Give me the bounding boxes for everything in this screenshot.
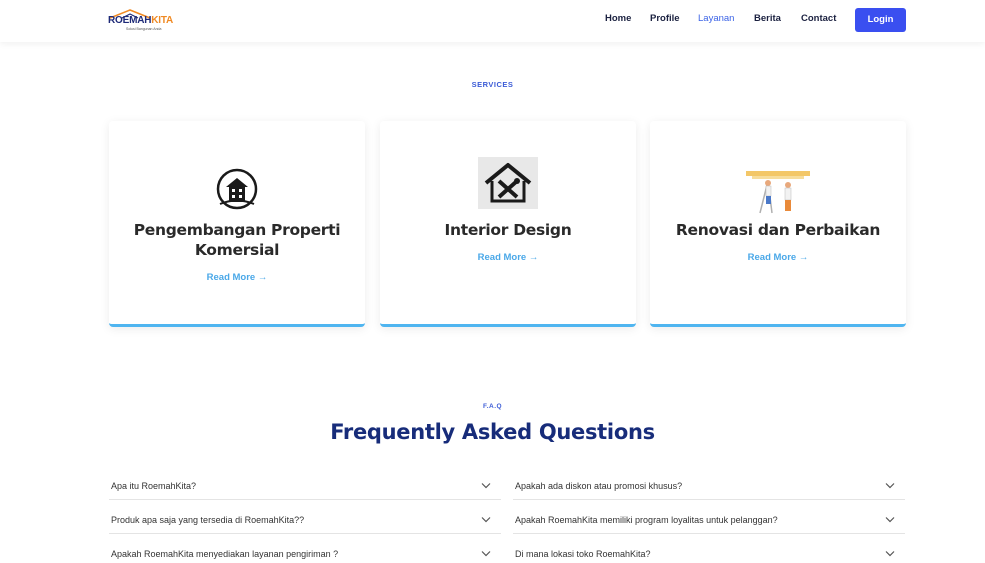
chevron-down-icon (481, 551, 491, 557)
faq-item[interactable]: Apakah ada diskon atau promosi khusus? (513, 472, 905, 500)
faq-title: Frequently Asked Questions (330, 420, 655, 444)
faq-question: Produk apa saja yang tersedia di RoemahK… (111, 515, 305, 525)
chevron-down-icon (885, 551, 895, 557)
service-card-properti[interactable]: Pengembangan Properti Komersial Read Mor… (109, 121, 365, 327)
login-button[interactable]: Login (855, 8, 906, 32)
logo-wordmark: ROEMAHKITA (108, 15, 174, 26)
service-card-renovasi[interactable]: Renovasi dan Perbaikan Read More → (650, 121, 906, 327)
service-card-interior[interactable]: Interior Design Read More → (380, 121, 636, 327)
chevron-down-icon (885, 483, 895, 489)
faq-item[interactable]: Apakah RoemahKita memiliki program loyal… (513, 506, 905, 534)
chevron-down-icon (481, 517, 491, 523)
renovation-workers-icon (746, 171, 810, 214)
faq-question: Apakah RoemahKita menyediakan layanan pe… (111, 549, 339, 559)
faq-question: Apa itu RoemahKita? (111, 481, 197, 491)
read-more-link[interactable]: Read More → (109, 272, 365, 283)
roemahkita-logo[interactable]: ROEMAHKITA Solusi Bangunan Anda (106, 9, 176, 33)
building-icon (216, 168, 258, 210)
faq-item[interactable]: Apakah RoemahKita menyediakan layanan pe… (109, 540, 501, 563)
card-title: Pengembangan Properti Komersial (133, 221, 341, 259)
faq-question: Apakah RoemahKita memiliki program loyal… (515, 515, 778, 525)
nav-profile[interactable]: Profile (650, 13, 680, 24)
faq-question: Apakah ada diskon atau promosi khusus? (515, 481, 683, 491)
site-header: ROEMAHKITA Solusi Bangunan Anda Home Pro… (0, 0, 985, 42)
card-title: Renovasi dan Perbaikan (675, 221, 881, 239)
faq-label: F.A.Q (482, 403, 503, 410)
chevron-down-icon (885, 517, 895, 523)
nav-home[interactable]: Home (605, 13, 631, 24)
faq-item[interactable]: Di mana lokasi toko RoemahKita? (513, 540, 905, 563)
services-label: SERVICES (471, 80, 514, 89)
nav-contact[interactable]: Contact (801, 13, 836, 24)
read-more-link[interactable]: Read More → (650, 252, 906, 263)
faq-item[interactable]: Apa itu RoemahKita? (109, 472, 501, 500)
faq-question: Di mana lokasi toko RoemahKita? (515, 549, 651, 559)
nav-berita[interactable]: Berita (754, 13, 781, 24)
chevron-down-icon (481, 483, 491, 489)
read-more-link[interactable]: Read More → (380, 252, 636, 263)
house-tools-icon (478, 157, 538, 209)
nav-layanan[interactable]: Layanan (698, 13, 734, 24)
card-title: Interior Design (444, 221, 572, 239)
logo-tagline: Solusi Bangunan Anda (126, 27, 162, 31)
faq-item[interactable]: Produk apa saja yang tersedia di RoemahK… (109, 506, 501, 534)
